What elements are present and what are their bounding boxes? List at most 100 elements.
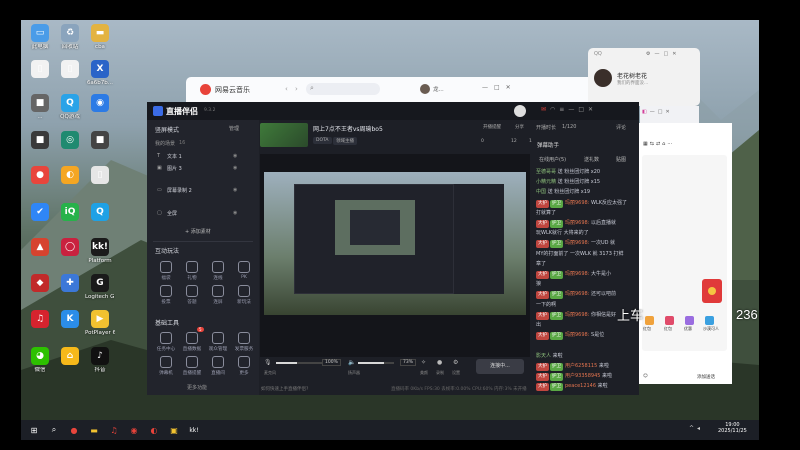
manage-button[interactable]: 管理 <box>229 125 239 132</box>
eye-icon[interactable]: ◉ <box>233 153 237 159</box>
speaker-icon[interactable]: 🔈 <box>348 359 355 366</box>
stream-title[interactable]: 网上7点不王者vs周瑜bo5 <box>313 124 383 133</box>
app-icon[interactable]: ◉ <box>125 422 143 438</box>
interaction-tool[interactable]: PK <box>231 261 257 280</box>
live-reminder-button[interactable]: 开播提醒 <box>483 124 501 130</box>
danmaku-username[interactable]: 用户6258115 <box>565 363 597 369</box>
desktop-icon[interactable]: ▯ <box>25 60 55 80</box>
chevron-up-icon[interactable]: ^ <box>689 425 697 432</box>
maximize-icon[interactable]: □ <box>578 106 588 113</box>
settings-icon[interactable]: ⚙ <box>453 359 458 366</box>
danmaku-message[interactable]: 影天人 来啦 <box>536 352 639 361</box>
source-item-3[interactable]: ▭ 屏幕录制 2 ◉ <box>153 186 251 196</box>
desktop-icon[interactable]: ◯ <box>55 238 85 258</box>
interaction-tool[interactable]: 新玩法 <box>231 285 257 305</box>
eye-icon[interactable]: ◉ <box>233 165 237 171</box>
menu-icon[interactable]: ≡ <box>559 106 568 113</box>
danmaku-message[interactable]: 大护 护卫 玛丽9698: S是位 <box>536 331 639 341</box>
basic-tool[interactable]: 直播间 <box>205 356 231 376</box>
interaction-tool[interactable]: 连屏 <box>205 285 231 305</box>
qq-window[interactable]: QQ 老花树老花 我们的界面没... ⚙—□✕ <box>588 48 700 106</box>
netease-music-icon[interactable]: ♫ <box>105 422 123 438</box>
danmaku-message[interactable]: 打就算了 <box>536 209 639 218</box>
avatar[interactable] <box>420 84 430 94</box>
netease-music-window[interactable]: 网易云音乐 ‹ › ⌕ 龙... —□✕ <box>186 77 639 102</box>
stream-tag-game[interactable]: DOTA <box>313 137 332 144</box>
nav-back-icon[interactable]: ‹ <box>285 85 288 93</box>
basic-tool[interactable]: 弹幕机 <box>153 356 179 376</box>
minimize-icon[interactable]: — <box>482 84 494 91</box>
close-icon[interactable]: ✕ <box>588 106 597 113</box>
desktop-icon[interactable]: kk! Platform <box>85 238 115 265</box>
source-item-1[interactable]: T 文本 1 ◉ <box>153 152 251 162</box>
tab-icon[interactable]: ◧ <box>642 109 650 115</box>
interaction-tool[interactable]: 礼物 <box>179 261 205 281</box>
desktop-icon[interactable]: Q QQ游戏 <box>55 94 85 121</box>
minimize-icon[interactable]: — <box>568 106 578 113</box>
start-live-button[interactable]: 连接中... <box>476 359 524 374</box>
danmaku-username[interactable]: 影天人 <box>536 353 551 359</box>
danmaku-message[interactable]: 大护 护卫 peace12146 来啦 <box>536 382 639 392</box>
start-icon[interactable]: ⊞ <box>25 422 43 438</box>
kk-icon[interactable]: kk! <box>185 422 203 438</box>
basic-tool[interactable]: 观众管理 <box>205 332 231 352</box>
gift-icon-4[interactable] <box>705 316 714 325</box>
danmaku-message[interactable]: 大护 护卫 玛丽9698: 还可以吧前 <box>536 290 639 300</box>
volume-icon[interactable]: ◂ <box>697 425 703 432</box>
mic-volume-slider[interactable] <box>276 362 322 364</box>
explorer-icon[interactable]: ▬ <box>85 422 103 438</box>
danmaku-username[interactable]: 玛丽9698: <box>565 240 589 246</box>
basic-tool[interactable]: 直播数据 <box>179 332 205 352</box>
dy-icon-1[interactable]: ▦ <box>643 141 650 147</box>
maximize-icon[interactable]: □ <box>494 84 506 91</box>
gift-icon-2[interactable] <box>665 316 674 325</box>
music-user-label[interactable]: 龙... <box>433 85 444 93</box>
add-source-button[interactable]: + 添加素材 <box>185 228 211 235</box>
desktop-icon[interactable]: ● <box>25 166 55 186</box>
desktop-icon[interactable]: ♻ 回收站 <box>55 24 85 51</box>
danmaku-username[interactable]: 用户93358945 <box>565 373 600 379</box>
desktop-icon[interactable]: ▶ PotPlayer 64 bit <box>85 310 115 337</box>
search-input[interactable]: ⌕ <box>306 83 380 95</box>
mode-select[interactable]: 竖屏模式 <box>155 125 179 134</box>
danmaku-message[interactable]: 大护 护卫 玛丽9698: 一次UD 就 <box>536 239 639 249</box>
stickers-tab[interactable]: 贴图 <box>616 156 626 163</box>
qq-avatar[interactable] <box>594 69 612 87</box>
interaction-tool[interactable]: 连线 <box>205 261 231 281</box>
companion-avatar[interactable] <box>514 105 526 117</box>
basic-tool[interactable]: 发票服务 <box>231 332 257 352</box>
record-icon[interactable]: ● <box>437 359 442 366</box>
stream-cover-thumbnail[interactable] <box>260 123 308 147</box>
desktop-icon[interactable]: ◉ <box>85 94 115 114</box>
dy-bottom-label[interactable]: 添加送话 <box>697 374 715 380</box>
close-icon[interactable]: ✕ <box>672 51 680 57</box>
gift-icon-1[interactable] <box>645 316 654 325</box>
danmaku-username[interactable]: peace12146 <box>565 383 596 389</box>
source-item-4[interactable]: ▢ 全屏 ◉ <box>153 209 251 219</box>
beauty-icon[interactable]: ✧ <box>421 359 426 366</box>
danmaku-username[interactable]: 玛丽9698: <box>565 291 589 297</box>
desktop-icon[interactable]: ■... <box>25 94 55 121</box>
desktop-icon[interactable]: ▯ <box>85 166 115 186</box>
danmaku-message[interactable]: MY的打面前了 一次WLK 就 3173 打鲜 <box>536 250 639 259</box>
share-button[interactable]: 分享 <box>515 124 524 130</box>
interaction-tool[interactable]: 投票 <box>153 285 179 305</box>
danmaku-message[interactable]: 大护 护卫 用户6258115 来啦 <box>536 362 639 371</box>
basic-tool[interactable]: 任务中心 <box>153 332 179 352</box>
stream-tag-type[interactable]: 领域主播 <box>333 137 357 145</box>
source-item-2[interactable]: ▣ 图片 3 ◉ <box>153 164 251 174</box>
desktop-icon[interactable]: ▭ 此电脑 <box>25 24 55 51</box>
danmaku-username[interactable]: 玛丽9698: <box>565 200 589 206</box>
app-icon[interactable]: ▣ <box>165 422 183 438</box>
danmaku-message[interactable]: 大护 护卫 玛丽9698: 以后直播就 <box>536 219 639 228</box>
desktop-icon[interactable]: G Logitech G HUB <box>85 274 115 301</box>
emoji-icon[interactable]: ☺ <box>643 374 648 379</box>
desktop-icon[interactable]: X 6a6b7b... <box>85 60 115 87</box>
comment-tab[interactable]: 评论 <box>616 124 626 131</box>
danmaku-username[interactable]: 小精元精 <box>536 179 556 185</box>
interaction-tool[interactable]: 福袋 <box>153 261 179 281</box>
close-icon[interactable]: ✕ <box>665 109 672 115</box>
desktop-icon[interactable]: ◆ <box>25 274 55 294</box>
danmaku-message[interactable]: 大护 护卫 玛丽9698: 大牛是小 <box>536 270 639 279</box>
danmaku-message[interactable]: 小精元精 送 粉丝团灯牌 x15 <box>536 178 639 187</box>
